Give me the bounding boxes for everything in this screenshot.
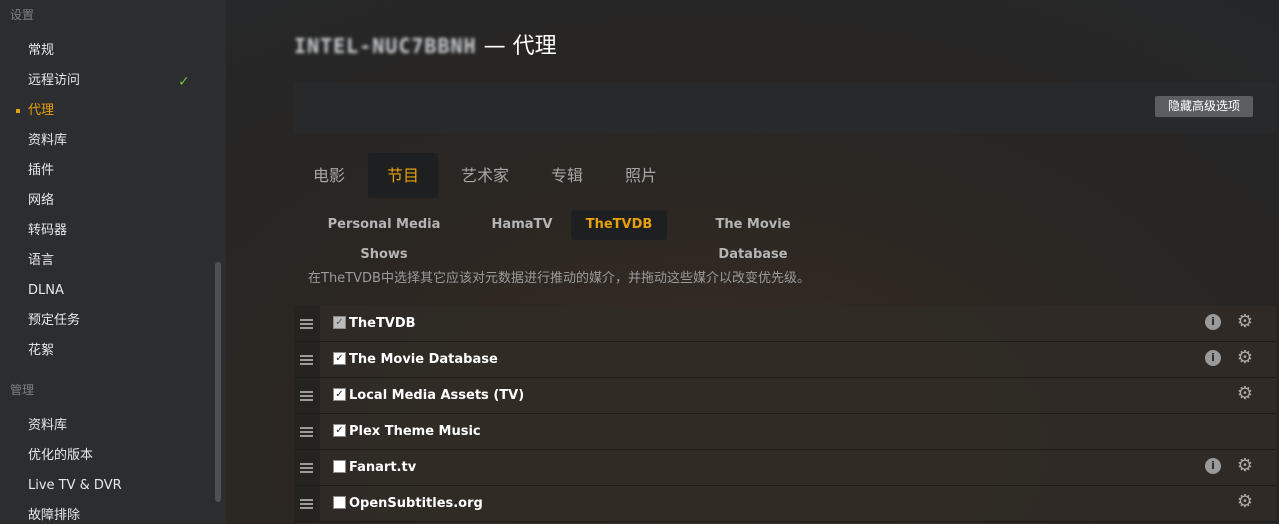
- sidebar-item-remote-access[interactable]: 远程访问 ✓: [28, 71, 198, 91]
- sidebar-item-label: 资料库: [28, 418, 68, 433]
- list-item[interactable]: ✓ The Movie Database i ⚙: [294, 342, 1276, 378]
- gear-icon[interactable]: ⚙: [1236, 457, 1254, 475]
- agent-checkbox[interactable]: ✓: [333, 424, 346, 437]
- gear-icon[interactable]: ⚙: [1236, 385, 1254, 403]
- sidebar-item-scheduled-tasks[interactable]: 预定任务: [28, 311, 198, 331]
- sidebar-item-language[interactable]: 语言: [28, 251, 198, 271]
- sidebar-item-dlna[interactable]: DLNA: [28, 281, 198, 301]
- sidebar-item-label: 代理: [28, 103, 55, 118]
- active-indicator-dot: [16, 109, 20, 113]
- sidebar-item-label: Live TV & DVR: [28, 478, 122, 493]
- manage-section-header: 管理: [10, 383, 35, 397]
- sidebar-item-label: 常规: [28, 43, 55, 58]
- tab-photos[interactable]: 照片: [611, 153, 671, 198]
- sidebar: 设置 常规 远程访问 ✓ 代理 资料库 插件 网络 转码器 语言 DLNA 预定任…: [0, 0, 226, 524]
- list-item[interactable]: OpenSubtitles.org ⚙: [294, 486, 1276, 522]
- tab-shows[interactable]: 节目: [368, 153, 438, 198]
- agent-label: Fanart.tv: [349, 460, 417, 475]
- drag-handle-icon[interactable]: [294, 306, 320, 341]
- list-item[interactable]: ✓ TheTVDB i ⚙: [294, 306, 1276, 342]
- sidebar-item-label: 优化的版本: [28, 448, 94, 463]
- agent-tab-the-movie-database[interactable]: The Movie Database: [683, 210, 823, 262]
- info-icon[interactable]: i: [1205, 458, 1221, 474]
- page-title-suffix: — 代理: [476, 34, 557, 59]
- sidebar-item-troubleshooting[interactable]: 故障排除: [28, 506, 198, 524]
- sidebar-item-label: DLNA: [28, 283, 64, 298]
- sidebar-item-label: 预定任务: [28, 313, 81, 328]
- gear-icon[interactable]: ⚙: [1236, 313, 1254, 331]
- info-icon[interactable]: i: [1205, 350, 1221, 366]
- agent-label: TheTVDB: [349, 316, 416, 331]
- sidebar-item-label: 语言: [28, 253, 55, 268]
- sidebar-item-label: 花絮: [28, 343, 55, 358]
- agent-tab-hamatv[interactable]: HamaTV: [483, 210, 561, 240]
- agent-tab-thetvdb[interactable]: TheTVDB: [571, 210, 667, 240]
- drag-handle-icon[interactable]: [294, 450, 320, 485]
- hide-advanced-button[interactable]: 隐藏高级选项: [1154, 96, 1253, 117]
- sidebar-scrollbar-thumb[interactable]: [215, 262, 221, 502]
- tab-movies[interactable]: 电影: [299, 153, 359, 198]
- sidebar-item-library[interactable]: 资料库: [28, 131, 198, 151]
- advanced-options-panel: 隐藏高级选项: [294, 83, 1276, 133]
- sidebar-item-label: 转码器: [28, 223, 68, 238]
- drag-handle-icon[interactable]: [294, 378, 320, 413]
- agent-checkbox[interactable]: [333, 460, 346, 473]
- sidebar-item-label: 故障排除: [28, 508, 81, 523]
- agent-checkbox[interactable]: [333, 496, 346, 509]
- gear-icon[interactable]: ⚙: [1236, 349, 1254, 367]
- sidebar-item-label: 插件: [28, 163, 55, 178]
- sidebar-item-label: 网络: [28, 193, 55, 208]
- agent-label: OpenSubtitles.org: [349, 496, 483, 511]
- agent-label: The Movie Database: [349, 352, 498, 367]
- settings-section-header: 设置: [10, 8, 35, 22]
- agent-checkbox[interactable]: ✓: [333, 352, 346, 365]
- sidebar-item-label: 远程访问: [28, 73, 81, 88]
- drag-handle-icon[interactable]: [294, 342, 320, 377]
- drag-handle-icon[interactable]: [294, 486, 320, 521]
- page-title: INTEL-NUC7BBNH — 代理: [294, 31, 557, 61]
- sidebar-item-plugins[interactable]: 插件: [28, 161, 198, 181]
- checkmark-icon: ✓: [178, 74, 190, 90]
- sidebar-item-agents[interactable]: 代理: [16, 101, 198, 121]
- tab-artists[interactable]: 艺术家: [450, 153, 520, 198]
- sidebar-item-live-tv-dvr[interactable]: Live TV & DVR: [28, 476, 198, 496]
- sidebar-item-manage-library[interactable]: 资料库: [28, 416, 198, 436]
- agent-tab-personal-media-shows[interactable]: Personal Media Shows: [303, 210, 465, 262]
- server-name: INTEL-NUC7BBNH: [294, 34, 477, 58]
- agent-description: 在TheTVDB中选择其它应该对元数据进行推动的媒介，并拖动这些媒介以改变优先级…: [308, 271, 810, 286]
- agent-label: Plex Theme Music: [349, 424, 481, 439]
- agent-checkbox[interactable]: ✓: [333, 316, 346, 329]
- sidebar-item-optimized-versions[interactable]: 优化的版本: [28, 446, 198, 466]
- list-item[interactable]: ✓ Local Media Assets (TV) ⚙: [294, 378, 1276, 414]
- sidebar-item-general[interactable]: 常规: [28, 41, 198, 61]
- info-icon[interactable]: i: [1205, 314, 1221, 330]
- tab-albums[interactable]: 专辑: [537, 153, 597, 198]
- agent-label: Local Media Assets (TV): [349, 388, 525, 403]
- sidebar-item-network[interactable]: 网络: [28, 191, 198, 211]
- sidebar-item-extras[interactable]: 花絮: [28, 341, 198, 361]
- sidebar-item-transcoder[interactable]: 转码器: [28, 221, 198, 241]
- sidebar-item-label: 资料库: [28, 133, 68, 148]
- gear-icon[interactable]: ⚙: [1236, 493, 1254, 511]
- list-item[interactable]: ✓ Plex Theme Music: [294, 414, 1276, 450]
- drag-handle-icon[interactable]: [294, 414, 320, 449]
- agent-checkbox[interactable]: ✓: [333, 388, 346, 401]
- list-item[interactable]: Fanart.tv i ⚙: [294, 450, 1276, 486]
